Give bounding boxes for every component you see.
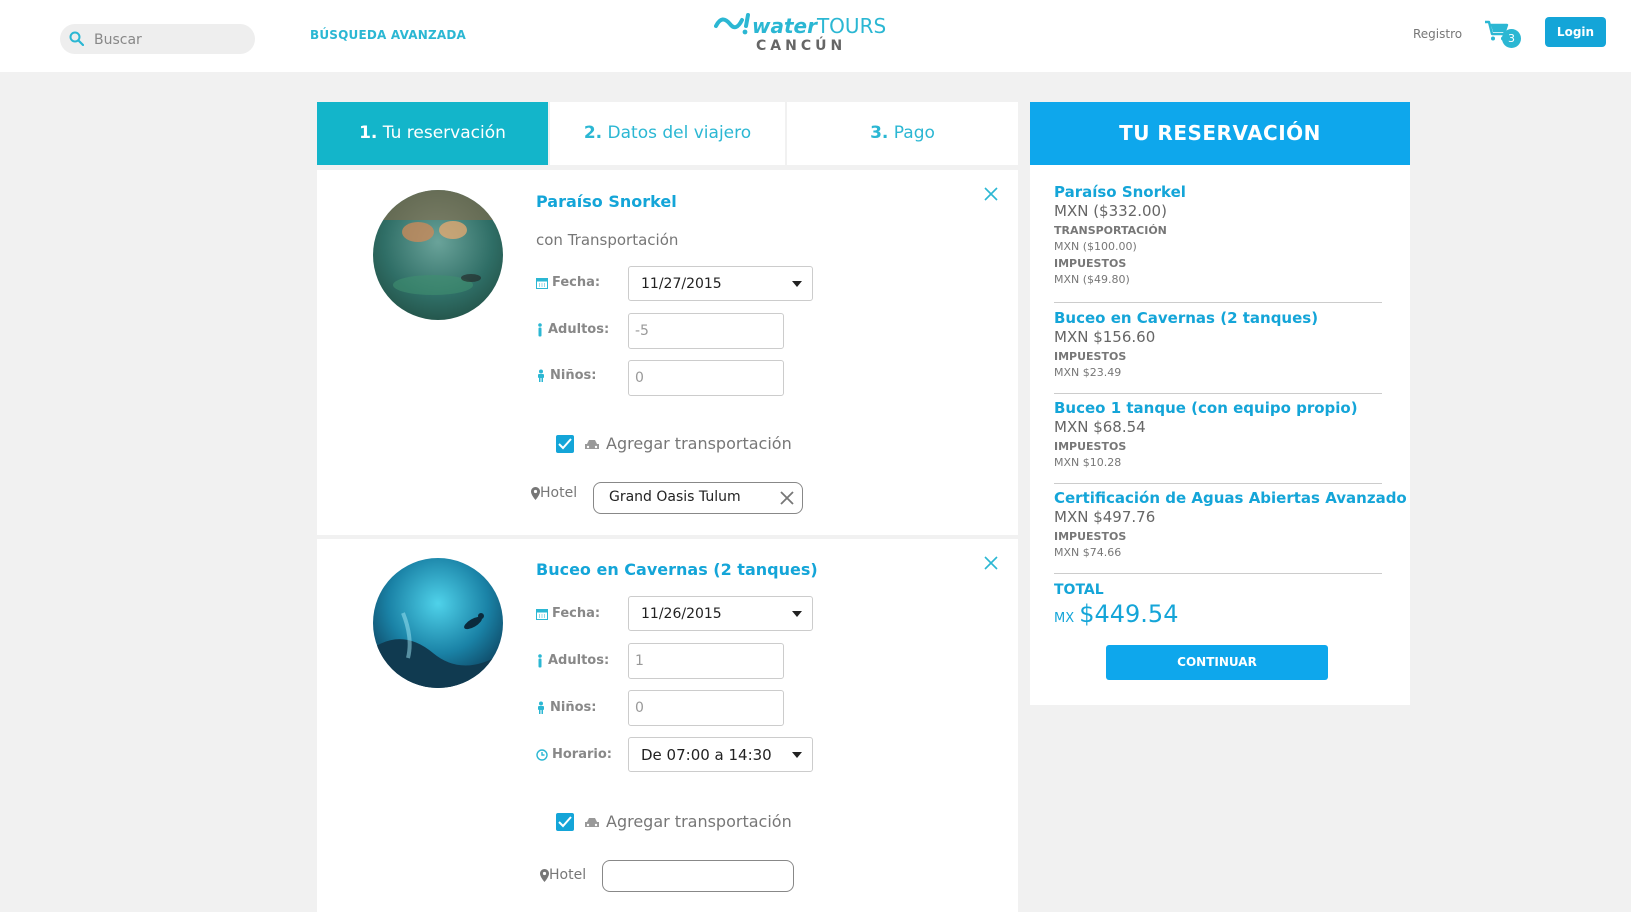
car-icon [585, 817, 599, 827]
login-button[interactable]: Login [1545, 17, 1606, 47]
summary-tax-label: IMPUESTOS [1054, 440, 1127, 453]
children-input[interactable] [628, 690, 784, 726]
divider [1054, 573, 1382, 574]
clear-hotel-icon[interactable] [780, 491, 794, 505]
date-label: Fecha: [536, 275, 600, 290]
transport-checkbox[interactable] [556, 435, 574, 453]
schedule-label: Horario: [536, 747, 612, 762]
summary-item: Certificación de Aguas Abiertas Avanzado… [1054, 489, 1407, 559]
summary-title: TU RESERVACIÓN [1030, 102, 1410, 165]
register-link[interactable]: Registro [1413, 27, 1462, 41]
summary-item-price: MXN $68.54 [1054, 418, 1146, 436]
summary-tax-label: IMPUESTOS [1054, 257, 1127, 270]
divider [1054, 302, 1382, 303]
reservation-summary: TU RESERVACIÓN Paraíso Snorkel MXN ($332… [1030, 102, 1410, 705]
date-label: Fecha: [536, 606, 600, 621]
children-label: Niños: [536, 368, 596, 383]
summary-item: Buceo en Cavernas (2 tanques) MXN $156.6… [1054, 309, 1382, 379]
adult-icon [538, 653, 542, 667]
step-datos-viajero[interactable]: 2. Datos del viajero [550, 102, 785, 165]
adults-label: Adultos: [536, 322, 609, 337]
hotel-field[interactable] [602, 860, 794, 892]
caret-down-icon [792, 752, 802, 758]
summary-item-name: Buceo en Cavernas (2 tanques) [1054, 309, 1319, 327]
tour-subtitle: con Transportación [536, 231, 679, 249]
summary-tax-label: IMPUESTOS [1054, 350, 1127, 363]
tour-image-snorkel [373, 190, 503, 320]
calendar-icon [536, 608, 548, 620]
adults-label: Adultos: [536, 653, 609, 668]
transport-label: Agregar transportación [584, 812, 792, 831]
adult-icon [538, 322, 542, 336]
child-icon [538, 701, 544, 714]
search-input[interactable] [92, 29, 246, 51]
advanced-search-link[interactable]: BÚSQUEDA AVANZADA [310, 28, 466, 42]
close-icon [984, 556, 998, 570]
schedule-select[interactable]: De 07:00 a 14:30 [628, 737, 813, 772]
cart-count-badge: 3 [1502, 29, 1521, 48]
logo-city: CANCÚN [756, 38, 847, 54]
adults-input[interactable] [628, 313, 784, 349]
summary-item-price: MXN $497.76 [1054, 508, 1156, 526]
children-input[interactable] [628, 360, 784, 396]
divider [1054, 483, 1382, 484]
summary-item-price: MXN $156.60 [1054, 328, 1156, 346]
tour-image-cavern-dive [373, 558, 503, 688]
close-icon [984, 187, 998, 201]
remove-booking-button[interactable] [983, 555, 999, 571]
clock-icon [536, 748, 548, 761]
search-icon [69, 31, 85, 50]
children-label: Niños: [536, 700, 596, 715]
booking-card: Buceo en Cavernas (2 tanques) Fecha: 11/… [317, 539, 1018, 912]
logo-brand: waterTOURS [752, 14, 887, 38]
top-bar: BÚSQUEDA AVANZADA waterTOURS CANCÚN Regi… [0, 0, 1631, 72]
summary-transport-value: MXN ($100.00) [1054, 240, 1137, 253]
check-icon [558, 816, 572, 828]
child-icon [538, 369, 544, 382]
hotel-label: Hotel [540, 867, 586, 883]
cart-button[interactable]: 3 [1484, 20, 1524, 48]
hotel-field[interactable]: Grand Oasis Tulum [593, 482, 803, 514]
map-pin-icon [540, 868, 549, 882]
checkout-steps: 1. Tu reservación 2. Datos del viajero 3… [317, 102, 1018, 165]
transport-checkbox[interactable] [556, 813, 574, 831]
summary-transport-label: TRANSPORTACIÓN [1054, 224, 1167, 237]
divider [1054, 393, 1382, 394]
total-label: TOTAL [1054, 582, 1104, 598]
date-select[interactable]: 11/26/2015 [628, 596, 813, 631]
summary-item-price: MXN ($332.00) [1054, 202, 1167, 220]
caret-down-icon [792, 611, 802, 617]
hotel-label: Hotel [531, 485, 577, 501]
summary-tax-value: MXN $74.66 [1054, 546, 1122, 559]
caret-down-icon [792, 281, 802, 287]
step-tu-reservacion[interactable]: 1. Tu reservación [317, 102, 548, 165]
step-pago[interactable]: 3. Pago [787, 102, 1018, 165]
summary-item: Paraíso Snorkel MXN ($332.00) TRANSPORTA… [1054, 183, 1382, 286]
transport-label: Agregar transportación [584, 434, 792, 453]
summary-item-name: Paraíso Snorkel [1054, 183, 1186, 201]
adults-input[interactable] [628, 643, 784, 679]
search-box[interactable] [60, 24, 255, 54]
car-icon [585, 439, 599, 449]
summary-tax-label: IMPUESTOS [1054, 530, 1127, 543]
logo-wave-icon [714, 13, 750, 35]
tour-title: Paraíso Snorkel [536, 192, 677, 211]
logo[interactable]: waterTOURS CANCÚN [712, 8, 886, 58]
summary-tax-value: MXN $23.49 [1054, 366, 1122, 379]
total-value: MX $449.54 [1054, 600, 1179, 628]
map-pin-icon [531, 486, 540, 500]
summary-tax-value: MXN ($49.80) [1054, 273, 1130, 286]
summary-tax-value: MXN $10.28 [1054, 456, 1122, 469]
summary-item: Buceo 1 tanque (con equipo propio) MXN $… [1054, 399, 1382, 469]
date-select[interactable]: 11/27/2015 [628, 266, 813, 301]
tour-title: Buceo en Cavernas (2 tanques) [536, 560, 818, 579]
remove-booking-button[interactable] [983, 186, 999, 202]
summary-item-name: Certificación de Aguas Abiertas Avanzado [1054, 489, 1407, 507]
check-icon [558, 438, 572, 450]
calendar-icon [536, 277, 548, 289]
summary-item-name: Buceo 1 tanque (con equipo propio) [1054, 399, 1358, 417]
continue-button[interactable]: CONTINUAR [1106, 645, 1328, 680]
booking-card: Paraíso Snorkel con Transportación Fecha… [317, 170, 1018, 535]
